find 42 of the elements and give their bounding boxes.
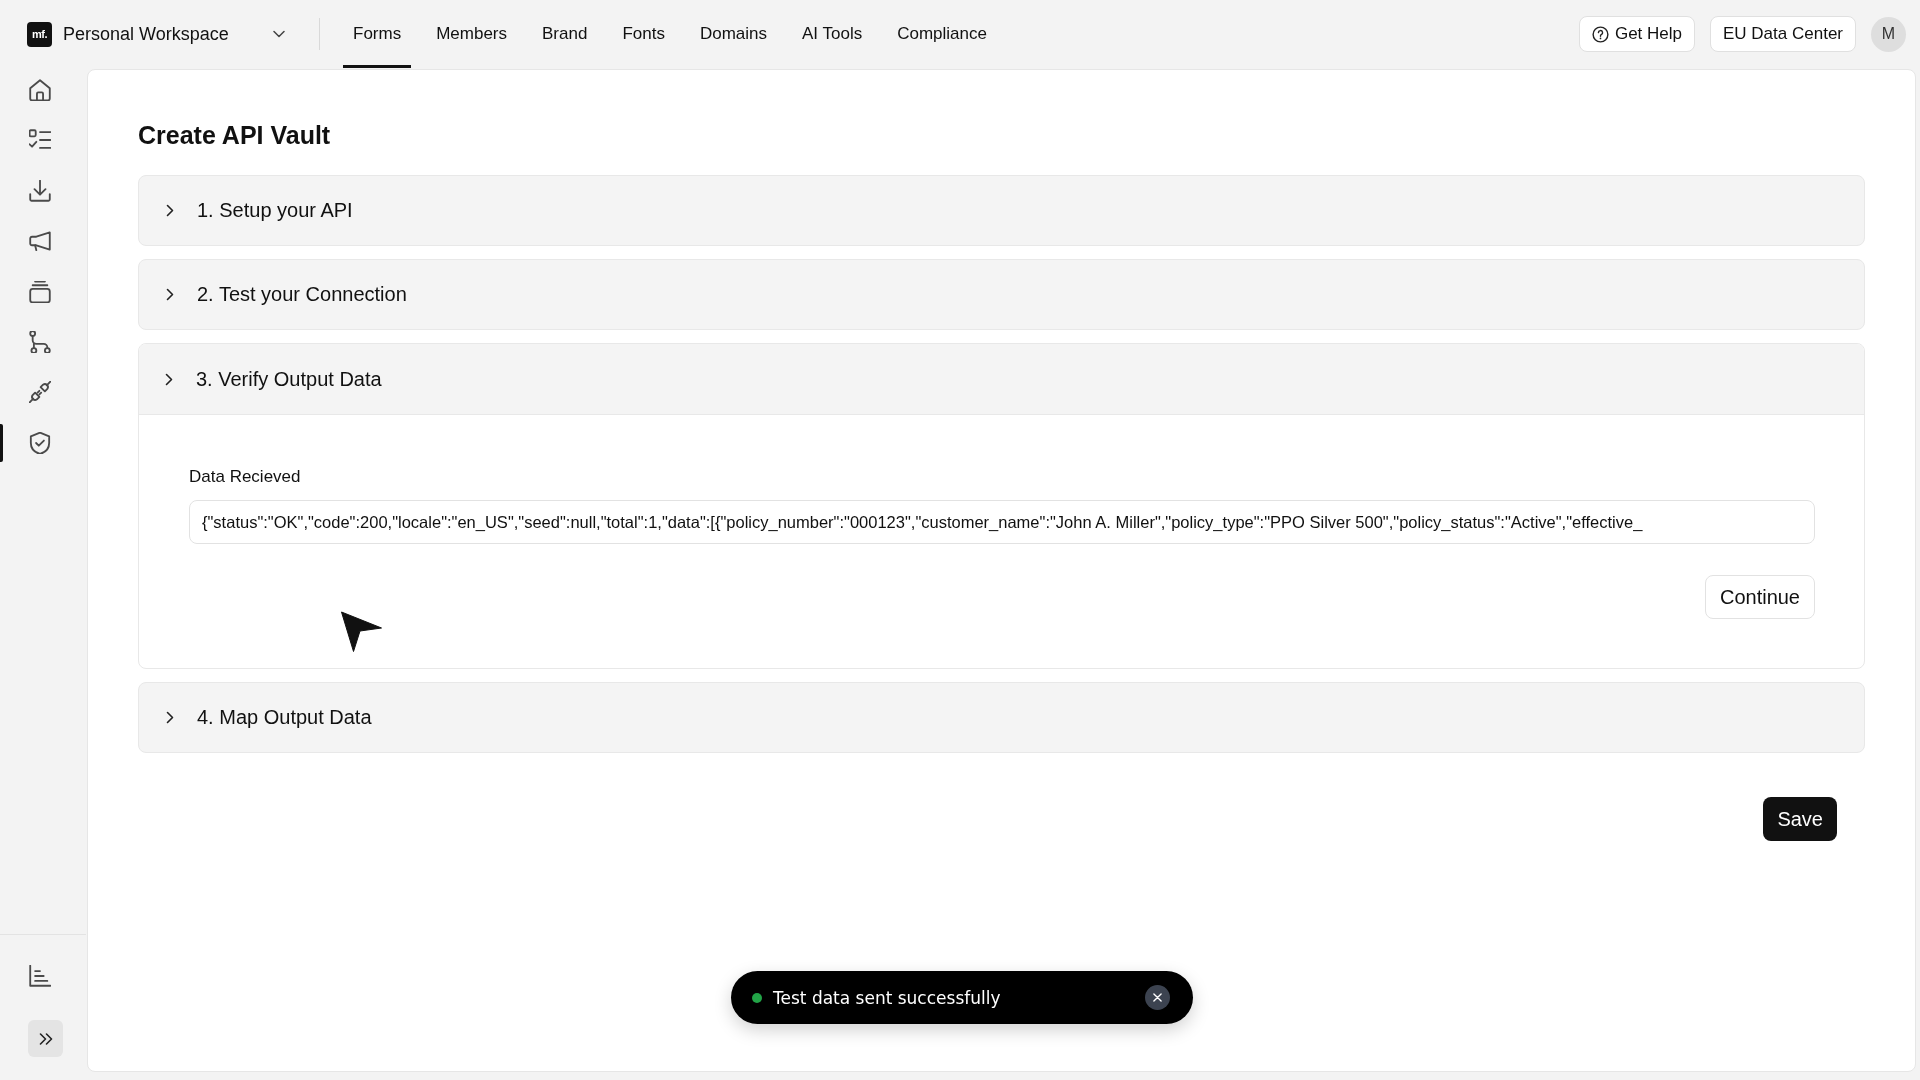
- close-icon: [1153, 993, 1162, 1002]
- cursor-icon: [341, 611, 382, 652]
- double-chevron-icon: [38, 1032, 53, 1045]
- continue-button[interactable]: Continue: [1704, 575, 1815, 619]
- page-title: Create API Vault: [138, 120, 331, 151]
- input-field[interactable]: {"status":"OK","code":200,"locale":"en_US","seed":null,"total":1,"data":[{"policy_number":"000123","customer_name":"John A. Miller","policy_type":"PPO Silver 500","policy_status":"Active","effective_: [189, 500, 1815, 544]
- field-label: Data Recieved: [189, 467, 301, 487]
- nav-tab[interactable]: Members: [426, 0, 518, 68]
- toast-message: Test data sent successfully: [773, 987, 1001, 1008]
- nav-tab[interactable]: Brand: [532, 0, 598, 68]
- home-icon: [29, 79, 51, 101]
- bar-chart-icon: [29, 965, 51, 987]
- accordion-header[interactable]: 3. Verify Output Data: [139, 344, 1864, 415]
- data-center-button[interactable]: EU Data Center: [1710, 16, 1856, 52]
- save-button[interactable]: Save: [1763, 797, 1837, 841]
- nav-tab[interactable]: AI Tools: [792, 0, 873, 68]
- stack-icon: [29, 280, 51, 303]
- accordion-header[interactable]: 2. Test your Connection: [138, 259, 1865, 330]
- expand-sidebar-button[interactable]: [28, 1020, 63, 1057]
- workspace-switcher[interactable]: mf. Personal Workspace: [27, 17, 290, 51]
- close-button[interactable]: [1145, 985, 1170, 1010]
- help-button[interactable]: Get Help: [1578, 16, 1695, 52]
- chevron-right-icon: [166, 711, 174, 724]
- nav-tab[interactable]: Fonts: [612, 0, 675, 68]
- status-dot-icon: [752, 992, 762, 1003]
- download-icon: [29, 179, 51, 202]
- help-icon: [1591, 25, 1609, 43]
- chevron-down-icon: [273, 30, 285, 38]
- shield-check-icon: [29, 431, 51, 454]
- chevron-right-icon: [166, 288, 174, 301]
- plug-icon: [29, 381, 51, 404]
- megaphone-icon: [29, 230, 51, 253]
- nav-tab[interactable]: Compliance: [887, 0, 997, 68]
- checklist-icon: [29, 129, 51, 152]
- branch-icon: [29, 330, 51, 353]
- nav-tab[interactable]: Domains: [689, 0, 778, 68]
- avatar[interactable]: M: [1871, 16, 1906, 52]
- accordion-header[interactable]: 1. Setup your API: [138, 175, 1865, 246]
- chevron-right-icon: [165, 372, 173, 386]
- logo: mf.: [27, 21, 52, 47]
- accordion-header[interactable]: 4. Map Output Data: [138, 682, 1865, 753]
- chevron-right-icon: [166, 204, 174, 217]
